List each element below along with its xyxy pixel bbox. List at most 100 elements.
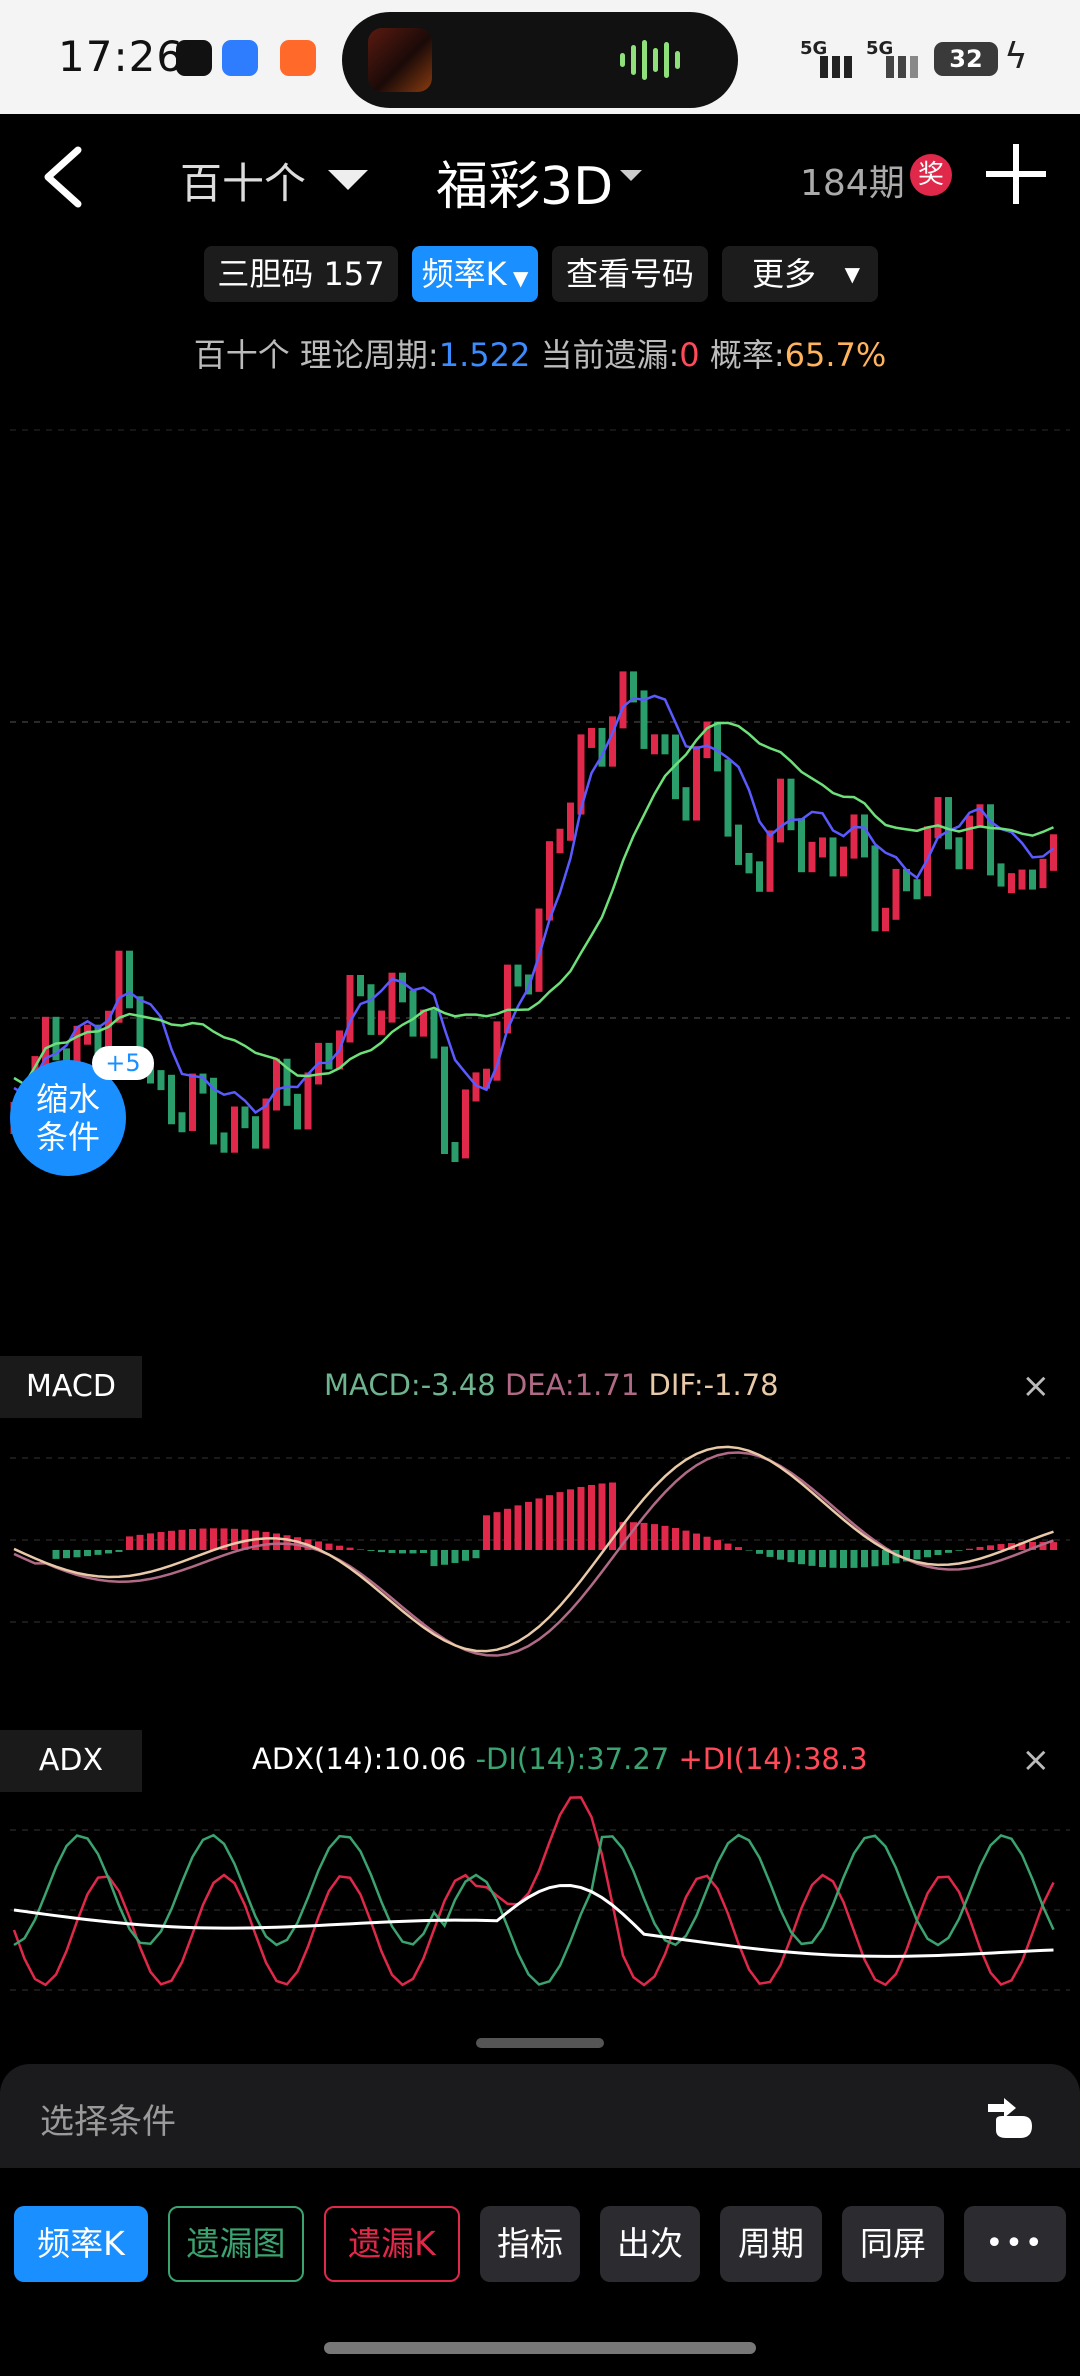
add-icon[interactable] — [986, 144, 1046, 204]
macd-bar — [367, 1550, 375, 1551]
candle — [829, 837, 837, 877]
current-miss-label: 当前遗漏: — [540, 336, 680, 374]
prize-badge[interactable]: 奖 — [910, 154, 952, 196]
probability-value: 65.7% — [784, 336, 887, 374]
shrink-label-1: 缩水 — [35, 1080, 100, 1118]
macd-bar — [703, 1536, 711, 1550]
macd-bar — [556, 1492, 564, 1550]
candle — [661, 734, 669, 755]
drag-handle[interactable] — [476, 2038, 604, 2048]
macd-bar — [441, 1550, 448, 1565]
macd-bar — [577, 1486, 585, 1550]
candle — [441, 1046, 448, 1155]
probability-label: 概率: — [709, 336, 785, 374]
macd-bar — [871, 1550, 879, 1567]
macd-bar — [115, 1550, 123, 1552]
chip-sandan[interactable]: 三胆码 157 — [204, 246, 398, 302]
tab-same-screen[interactable]: 同屏 — [842, 2206, 944, 2282]
minus-di-value: -DI(14):37.27 — [475, 1742, 670, 1776]
candle — [682, 787, 690, 821]
macd-bar — [157, 1532, 165, 1550]
macd-bar — [672, 1528, 679, 1550]
macd-bar — [94, 1550, 102, 1555]
macd-bar — [714, 1540, 721, 1550]
macd-bar — [546, 1495, 553, 1550]
macd-bar — [693, 1533, 700, 1550]
macd-bar — [651, 1524, 658, 1550]
condition-bar[interactable]: 选择条件 — [0, 2064, 1080, 2168]
dropdown-arrow-icon: ▼ — [844, 262, 860, 286]
macd-bar — [829, 1550, 837, 1568]
position-selector[interactable]: 百十个 — [180, 150, 306, 211]
candle — [850, 814, 858, 859]
tab-miss-chart[interactable]: 遗漏图 — [168, 2206, 304, 2282]
candle — [997, 863, 1005, 887]
macd-bar — [777, 1550, 784, 1560]
condition-label: 选择条件 — [40, 2102, 176, 2142]
candle — [126, 950, 133, 1009]
macd-bar — [567, 1489, 574, 1550]
period-count[interactable]: 184期 — [800, 154, 905, 206]
candle — [871, 845, 879, 932]
candle — [798, 818, 805, 873]
macd-bar — [273, 1533, 280, 1550]
macd-bar — [325, 1543, 333, 1550]
close-adx-icon[interactable]: × — [1022, 1740, 1051, 1780]
macd-bar — [955, 1550, 963, 1551]
dynamic-island[interactable] — [342, 12, 738, 108]
candle — [357, 974, 364, 997]
macd-bar — [798, 1550, 805, 1565]
hand-share-icon[interactable] — [982, 2090, 1038, 2142]
chip-frequency-k[interactable]: 频率K ▼ — [412, 246, 538, 302]
candle — [987, 804, 994, 876]
lottery-title[interactable]: 福彩3D — [436, 144, 613, 219]
home-indicator[interactable] — [324, 2342, 756, 2354]
dea-value: DEA:1.71 — [504, 1368, 640, 1402]
macd-bar — [84, 1550, 91, 1557]
candle — [252, 1116, 259, 1149]
tab-indicators[interactable]: 指标 — [480, 2206, 580, 2282]
chevron-down-icon[interactable] — [620, 170, 642, 181]
minus-di-line — [13, 1833, 1055, 1986]
candlestick-chart[interactable] — [0, 400, 1080, 1300]
macd-bar — [388, 1550, 396, 1553]
tab-frequency-k[interactable]: 频率K — [14, 2206, 148, 2282]
macd-bar — [483, 1515, 490, 1550]
macd-bar — [178, 1529, 186, 1550]
chevron-down-icon[interactable] — [328, 170, 368, 190]
macd-bar — [399, 1550, 406, 1554]
macd-bar — [997, 1544, 1005, 1550]
more-options-icon[interactable]: ••• — [964, 2206, 1066, 2282]
candle — [115, 950, 123, 1023]
adx-chart[interactable] — [0, 1790, 1080, 2040]
candle — [367, 984, 375, 1035]
macd-bar — [378, 1550, 385, 1553]
macd-bar — [52, 1550, 60, 1559]
game-thumbnail-icon — [368, 28, 432, 92]
candle — [567, 802, 574, 841]
macd-bar — [787, 1550, 795, 1563]
candle — [462, 1089, 469, 1159]
macd-bar — [766, 1550, 774, 1557]
chip-more[interactable]: 更多 ▼ — [722, 246, 878, 302]
signal-bars-icon — [820, 56, 860, 78]
candle — [241, 1106, 249, 1129]
macd-bar — [588, 1484, 595, 1550]
macd-chart[interactable] — [0, 1400, 1080, 1700]
adx-tag[interactable]: ADX — [0, 1730, 142, 1792]
tab-cycle[interactable]: 周期 — [720, 2206, 822, 2282]
macd-bar — [924, 1550, 931, 1558]
tab-occurrences[interactable]: 出次 — [600, 2206, 700, 2282]
macd-bar — [525, 1501, 532, 1550]
back-icon[interactable] — [38, 142, 98, 212]
shrink-count-badge: +5 — [92, 1046, 154, 1080]
candle — [808, 841, 816, 873]
charging-icon: ϟ — [1004, 36, 1028, 77]
candle — [556, 828, 564, 854]
chip-view-numbers[interactable]: 查看号码 — [552, 246, 708, 302]
macd-bar — [105, 1550, 112, 1554]
candle — [231, 1106, 238, 1153]
candle — [588, 727, 595, 748]
tab-miss-k[interactable]: 遗漏K — [324, 2206, 460, 2282]
theory-cycle-value: 1.522 — [438, 336, 531, 374]
